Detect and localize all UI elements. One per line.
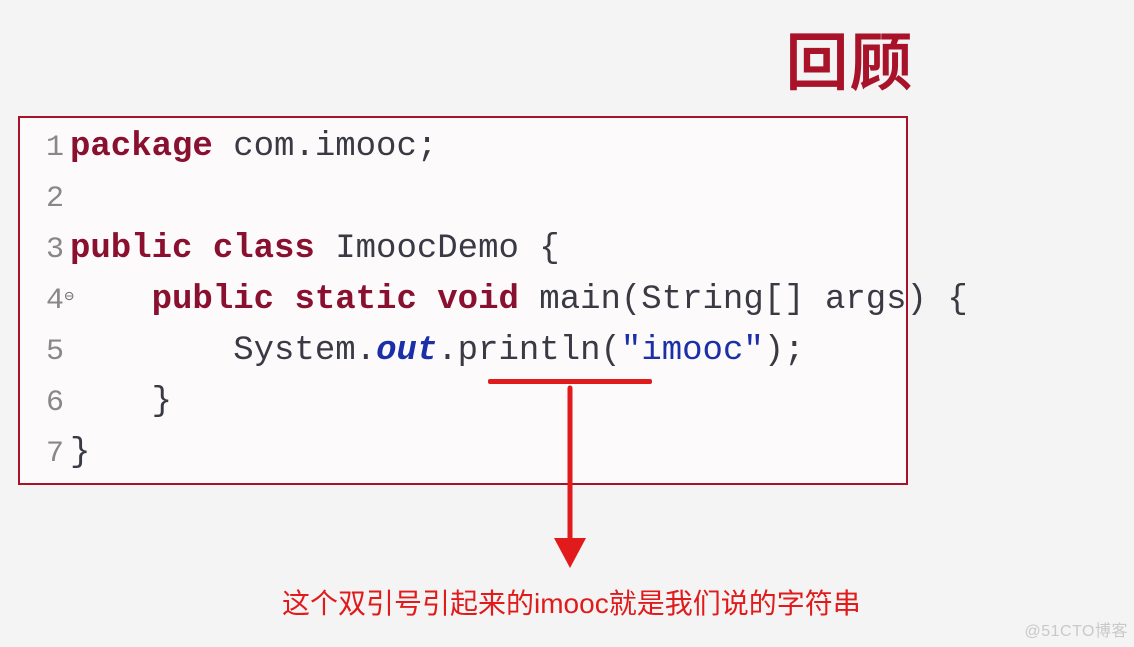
code-token: public static void <box>152 281 519 319</box>
code-token: main(String[] args) { <box>519 281 968 319</box>
code-content: public class ImoocDemo { <box>70 224 906 275</box>
code-token: } <box>70 434 90 472</box>
code-block: 1package com.imooc;2 3public class Imooc… <box>18 116 908 485</box>
code-line: 2 <box>20 173 906 224</box>
page-title: 回顾 <box>786 12 914 102</box>
code-token: package <box>70 128 213 166</box>
code-line: 7} <box>20 428 906 479</box>
code-content: System.out.println("imooc"); <box>70 326 906 377</box>
code-token: ); <box>764 332 805 370</box>
line-number: 5 <box>20 330 70 375</box>
code-content: } <box>70 428 906 479</box>
code-content <box>70 173 906 224</box>
line-number: 1 <box>20 126 70 171</box>
code-token: } <box>70 383 172 421</box>
code-token: .println( <box>437 332 621 370</box>
code-content: public static void main(String[] args) { <box>70 275 968 326</box>
code-line: 4⊖ public static void main(String[] args… <box>20 275 906 326</box>
code-line: 1package com.imooc; <box>20 122 906 173</box>
line-number: 6 <box>20 381 70 426</box>
code-line: 6 } <box>20 377 906 428</box>
fold-marker-icon: ⊖ <box>64 285 74 309</box>
code-content: package com.imooc; <box>70 122 906 173</box>
line-number: 7 <box>20 432 70 477</box>
line-number: 3 <box>20 228 70 273</box>
code-line: 5 System.out.println("imooc"); <box>20 326 906 377</box>
code-token: out <box>376 332 437 370</box>
code-token: "imooc" <box>621 332 764 370</box>
code-token: System. <box>70 332 376 370</box>
code-token: public class <box>70 230 315 268</box>
line-number: 4⊖ <box>20 279 70 324</box>
line-number: 2 <box>20 177 70 222</box>
code-line: 3public class ImoocDemo { <box>20 224 906 275</box>
code-token <box>70 281 152 319</box>
code-token: com.imooc; <box>213 128 437 166</box>
annotation-underline <box>488 379 652 384</box>
watermark: @51CTO博客 <box>1024 617 1128 641</box>
annotation-caption: 这个双引号引起来的imooc就是我们说的字符串 <box>282 582 861 622</box>
code-content: } <box>70 377 906 428</box>
code-token: ImoocDemo { <box>315 230 560 268</box>
